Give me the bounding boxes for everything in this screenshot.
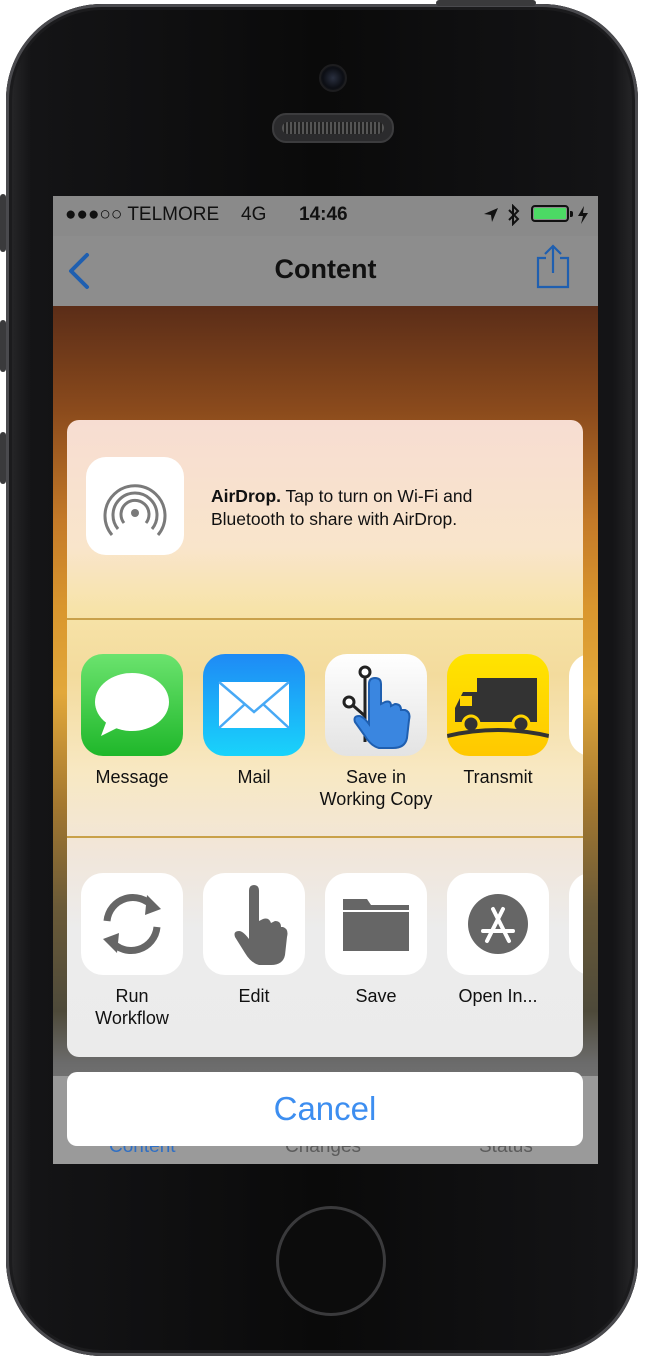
home-button[interactable]	[276, 1206, 386, 1316]
navigation-bar: Content	[53, 236, 598, 307]
run-workflow-icon[interactable]	[81, 873, 183, 975]
message-label: Message	[95, 767, 169, 787]
more-actions-peek[interactable]	[569, 873, 583, 975]
earpiece-speaker	[272, 113, 394, 143]
front-camera	[319, 64, 347, 92]
bluetooth-icon	[508, 204, 520, 226]
status-bar: ●●●○○ TELMORE 4G 14:46	[53, 196, 598, 236]
page-title: Content	[274, 254, 377, 284]
volume-up-button	[0, 320, 6, 372]
battery-icon	[531, 205, 573, 222]
save-label: Save	[355, 986, 397, 1006]
more-apps-peek[interactable]	[569, 654, 583, 756]
carrier-label: ●●●○○ TELMORE	[65, 204, 220, 225]
save-folder-icon[interactable]	[325, 873, 427, 975]
mail-app-icon[interactable]	[203, 654, 305, 756]
volume-down-button	[0, 432, 6, 484]
screen: ●●●○○ TELMORE 4G 14:46 Content Content C…	[53, 196, 598, 1164]
divider	[67, 836, 583, 838]
run-workflow-label: Run Workflow	[95, 986, 169, 1028]
charging-icon	[578, 206, 588, 224]
message-app-icon[interactable]	[81, 654, 183, 756]
location-icon	[484, 208, 498, 222]
working-copy-app-icon[interactable]	[325, 654, 427, 756]
network-label: 4G	[241, 204, 267, 225]
time-label: 14:46	[299, 204, 348, 225]
cancel-button[interactable]: Cancel	[67, 1072, 583, 1146]
airdrop-icon[interactable]	[86, 457, 184, 555]
airdrop-description: AirDrop. Tap to turn on Wi-Fi and Blueto…	[211, 485, 551, 531]
share-sheet: AirDrop. Tap to turn on Wi-Fi and Blueto…	[67, 420, 583, 1057]
edit-label: Edit	[238, 986, 270, 1006]
open-in-icon[interactable]	[447, 873, 549, 975]
transmit-label: Transmit	[463, 767, 533, 787]
open-in-label: Open In...	[458, 986, 538, 1006]
airdrop-title: AirDrop.	[211, 486, 281, 506]
transmit-app-icon[interactable]	[447, 654, 549, 756]
working-copy-label: Save in Working Copy	[319, 767, 433, 809]
edit-icon[interactable]	[203, 873, 305, 975]
share-icon[interactable]	[535, 244, 571, 290]
mute-switch	[0, 194, 6, 252]
divider	[67, 618, 583, 620]
mail-label: Mail	[237, 767, 271, 787]
power-button	[436, 0, 536, 6]
